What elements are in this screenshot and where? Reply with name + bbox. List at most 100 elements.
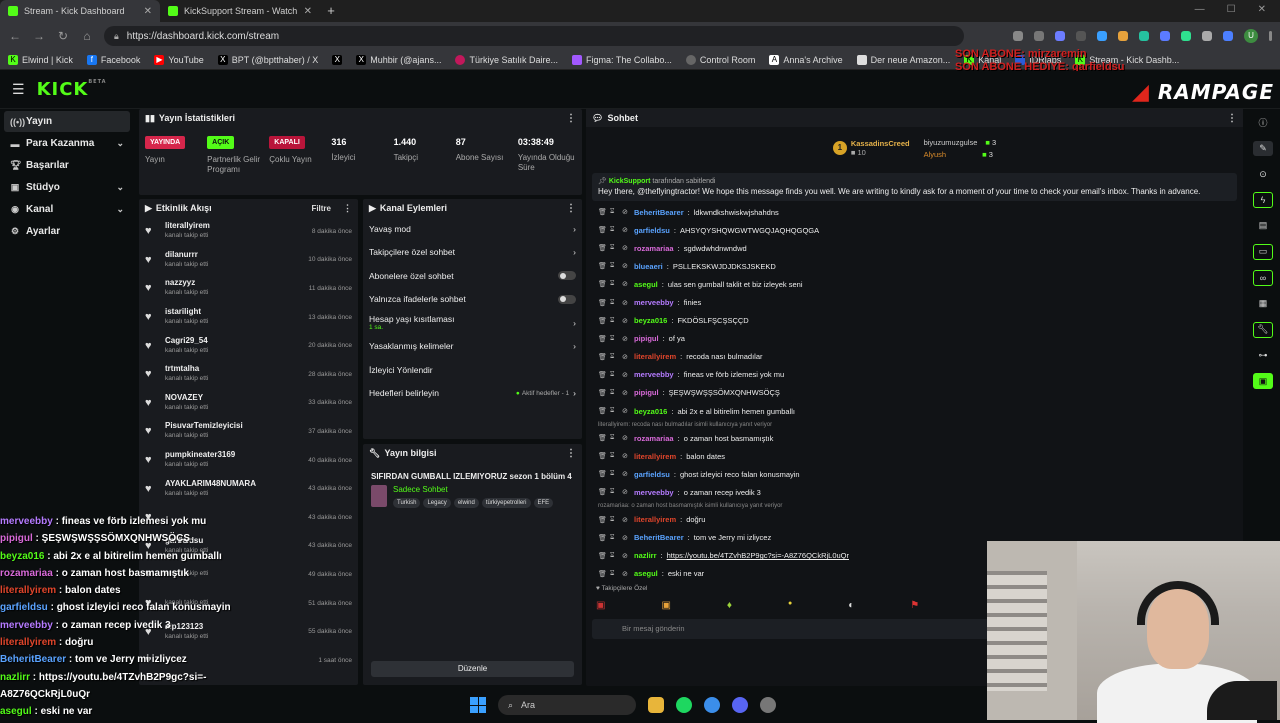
filter-button[interactable]: Filtre xyxy=(311,204,331,213)
ban-icon[interactable]: ⊘ xyxy=(622,488,630,496)
chat-username[interactable]: literallyirem xyxy=(634,352,676,361)
channel-action-item[interactable]: Takipçilere özel sohbet › xyxy=(363,241,582,265)
timeout-icon[interactable]: ⌛︎ xyxy=(610,299,618,307)
new-tab-button[interactable]: + xyxy=(320,0,342,22)
minimize-icon[interactable]: — xyxy=(1195,4,1205,15)
activity-item[interactable]: ♥ AYAKLARIM48NUMARA kanalı takip etti 43 da… xyxy=(139,474,358,503)
document-icon[interactable]: ▤ xyxy=(1253,218,1273,234)
wrench-icon[interactable]: 🔧︎ xyxy=(1253,321,1273,338)
bookmark-elwind[interactable]: K Elwind | Kick xyxy=(8,54,73,65)
ban-icon[interactable]: ⊘ xyxy=(622,262,630,270)
activity-item[interactable]: ♥ Cagri29_54 kanalı takip etti 20 dakika ön… xyxy=(139,331,358,360)
chat-message[interactable]: 🗑︎ ⌛︎ ⊘ literallyirem: recoda nası bulmadıla… xyxy=(598,348,1237,366)
timeout-icon[interactable]: ⌛︎ xyxy=(610,407,618,415)
top-gifter-1[interactable]: 1 KassadinsCreed ■ 10 xyxy=(832,139,910,157)
activity-user[interactable]: literallyirem xyxy=(165,221,304,231)
target-icon[interactable]: ⊙ xyxy=(1253,166,1273,182)
timeout-icon[interactable]: ⌛︎ xyxy=(610,335,618,343)
channel-action-item[interactable]: Hesap yaşı kısıtlaması 1 sa. › xyxy=(363,311,582,335)
chat-message[interactable]: 🗑︎ ⌛︎ ⊘ garfieldsu: AHSYQYSHQWGWTWGQJAQHQGQG… xyxy=(598,221,1237,239)
sidebar-item-studyo[interactable]: ▣ Stüdyo ⌄ xyxy=(4,177,130,198)
delete-icon[interactable]: 🗑︎ xyxy=(598,280,607,288)
close-tab-icon[interactable]: ✕ xyxy=(304,6,312,17)
more-options-icon[interactable]: ⋮ xyxy=(566,113,576,124)
emote[interactable]: ● xyxy=(788,600,792,611)
extension-icon[interactable] xyxy=(1202,31,1212,41)
ban-icon[interactable]: ⊘ xyxy=(622,317,630,325)
timeout-icon[interactable]: ⌛︎ xyxy=(610,452,618,460)
activity-item[interactable]: ♥ dilanurrr kanalı takip etti 10 dakika önc… xyxy=(139,246,358,275)
chat-link[interactable]: https://youtu.be/4TZvhB2P9gc?si=-A8Z76QC… xyxy=(667,551,849,560)
reload-icon[interactable]: ↻ xyxy=(56,29,70,43)
chat-message[interactable]: 🗑︎ ⌛︎ ⊘ blueaeri: PSLLEKSKWJDJDKSJSKEKD xyxy=(598,257,1237,275)
chat-username[interactable]: beyza016 xyxy=(634,407,667,416)
table-icon[interactable]: ▦ xyxy=(1253,296,1273,312)
emote[interactable]: ♦ xyxy=(727,600,732,611)
activity-user[interactable]: pumpkineater3169 xyxy=(165,450,300,460)
windows-start-icon[interactable] xyxy=(470,697,486,713)
chat-message[interactable]: 🗑︎ ⌛︎ ⊘ pipigul: of ya xyxy=(598,330,1237,348)
forward-icon[interactable]: → xyxy=(32,29,46,43)
timeout-icon[interactable]: ⌛︎ xyxy=(610,488,618,496)
sidebar-item-ayarlar[interactable]: ⚙︎ Ayarlar xyxy=(4,221,130,242)
lightning-icon[interactable]: ϟ xyxy=(1253,191,1273,209)
stream-tag[interactable]: Turkish xyxy=(393,498,421,508)
chat-username[interactable]: asegul xyxy=(634,280,658,289)
timeout-icon[interactable]: ⌛︎ xyxy=(610,244,618,252)
bookmark-amazon[interactable]: Der neue Amazon... xyxy=(856,54,950,65)
stream-tag[interactable]: EFE xyxy=(533,498,554,508)
url-field[interactable]: 🔒︎ https://dashboard.kick.com/stream xyxy=(104,26,964,46)
timeout-icon[interactable]: ⌛︎ xyxy=(610,208,618,216)
activity-user[interactable]: trtmtalha xyxy=(165,364,300,374)
chat-username[interactable]: BeheritBearer xyxy=(634,208,684,217)
toggle-switch[interactable] xyxy=(558,294,576,304)
activity-user[interactable]: dilanurrr xyxy=(165,250,300,260)
ban-icon[interactable]: ⊘ xyxy=(622,299,630,307)
bookmark-x[interactable]: X xyxy=(332,54,343,65)
delete-icon[interactable]: 🗑︎ xyxy=(598,262,607,270)
chat-bubble-icon[interactable]: ▭ xyxy=(1253,243,1273,260)
chat-username[interactable]: rozamariaa xyxy=(634,244,674,253)
activity-user[interactable]: istarilight xyxy=(165,307,300,317)
chat-message[interactable]: 🗑︎ ⌛︎ ⊘ asegul: ulas sen gumball taklit et b… xyxy=(598,275,1237,293)
file-explorer-icon[interactable] xyxy=(648,697,664,713)
activity-user[interactable]: PisuvarTemizleyicisi xyxy=(165,421,300,431)
ban-icon[interactable]: ⊘ xyxy=(622,226,630,234)
browser-tab-dashboard[interactable]: Stream - Kick Dashboard ✕ xyxy=(0,0,160,22)
category-name[interactable]: Sadece Sohbet xyxy=(393,485,553,494)
chat-username[interactable]: garfieldsu xyxy=(634,470,670,479)
more-options-icon[interactable]: ⋮ xyxy=(566,203,576,214)
chat-username[interactable]: nazlirr xyxy=(634,551,657,560)
delete-icon[interactable]: 🗑︎ xyxy=(598,552,607,560)
chat-message[interactable]: 🗑︎ ⌛︎ ⊘ rozamariaa: o zaman host basmamıştık xyxy=(598,429,1237,447)
activity-item[interactable]: ♥ NOVAZEY kanalı takip etti 33 dakika önce xyxy=(139,389,358,418)
spotify-icon[interactable] xyxy=(676,697,692,713)
uk-flag-emote[interactable]: ▣ xyxy=(596,600,605,611)
extension-icon[interactable] xyxy=(1139,31,1149,41)
chat-username[interactable]: asegul xyxy=(634,569,658,578)
ban-icon[interactable]: ⊘ xyxy=(622,280,630,288)
more-options-icon[interactable]: ⋮ xyxy=(566,448,576,459)
activity-item[interactable]: ♥ istarilight kanalı takip etti 13 dakika ö… xyxy=(139,303,358,332)
chat-username[interactable]: merveebby xyxy=(634,370,674,379)
pencil-icon[interactable]: ✎ xyxy=(1253,140,1273,157)
chat-username[interactable]: literallyirem xyxy=(634,515,676,524)
delete-icon[interactable]: 🗑︎ xyxy=(598,434,607,442)
delete-icon[interactable]: 🗑︎ xyxy=(598,208,607,216)
top-gifter-2[interactable]: biyuzumuzgulse ■ 3 xyxy=(924,138,997,147)
sidebar-item-kanal[interactable]: ◉ Kanal ⌄ xyxy=(4,199,130,220)
ban-icon[interactable]: ⊘ xyxy=(622,208,630,216)
chat-message[interactable]: 🗑︎ ⌛︎ ⊘ merveebby: o zaman recep ivedik 3 xyxy=(598,483,1237,501)
timeout-icon[interactable]: ⌛︎ xyxy=(610,280,618,288)
chat-message[interactable]: 🗑︎ ⌛︎ ⊘ merveebby: fineas ve förb izlemesi y… xyxy=(598,366,1237,384)
chat-message[interactable]: 🗑︎ ⌛︎ ⊘ literallyirem: balon dates xyxy=(598,447,1237,465)
delete-icon[interactable]: 🗑︎ xyxy=(598,299,607,307)
maximize-icon[interactable]: ☐ xyxy=(1227,4,1236,15)
timeout-icon[interactable]: ⌛︎ xyxy=(610,262,618,270)
bookmark-annas-archive[interactable]: A Anna's Archive xyxy=(769,54,843,65)
more-options-icon[interactable]: ⋮ xyxy=(343,203,352,214)
ban-icon[interactable]: ⊘ xyxy=(622,434,630,442)
link-icon[interactable]: ∞ xyxy=(1253,269,1273,286)
chat-username[interactable]: merveebby xyxy=(634,298,674,307)
ban-icon[interactable]: ⊘ xyxy=(622,470,630,478)
